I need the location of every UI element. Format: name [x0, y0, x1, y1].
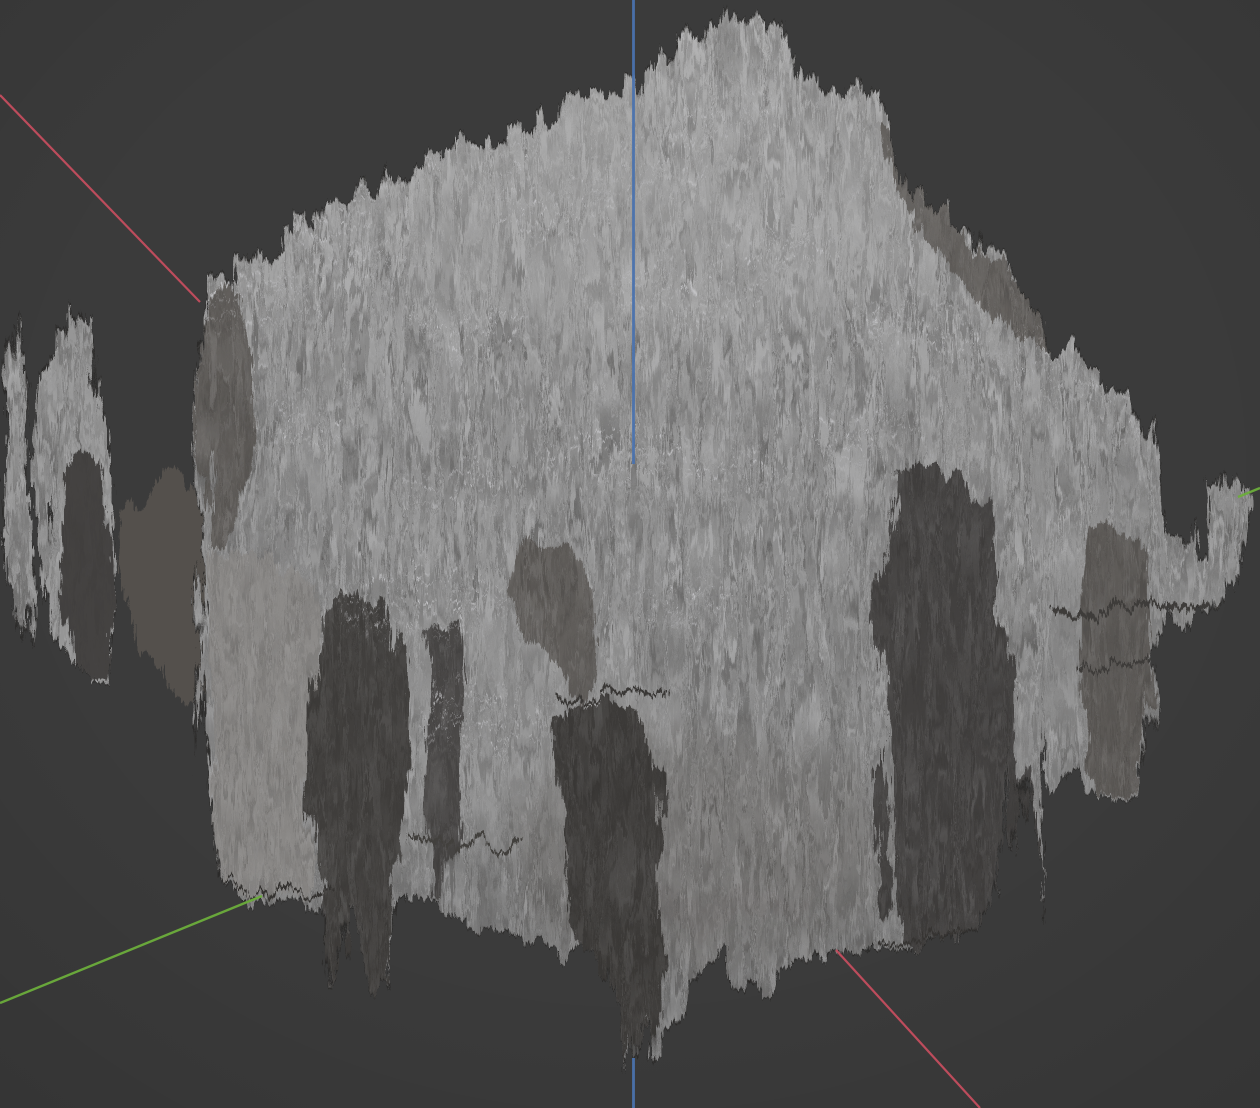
viewport-canvas[interactable] — [0, 0, 1260, 1108]
viewport[interactable] — [0, 0, 1260, 1108]
